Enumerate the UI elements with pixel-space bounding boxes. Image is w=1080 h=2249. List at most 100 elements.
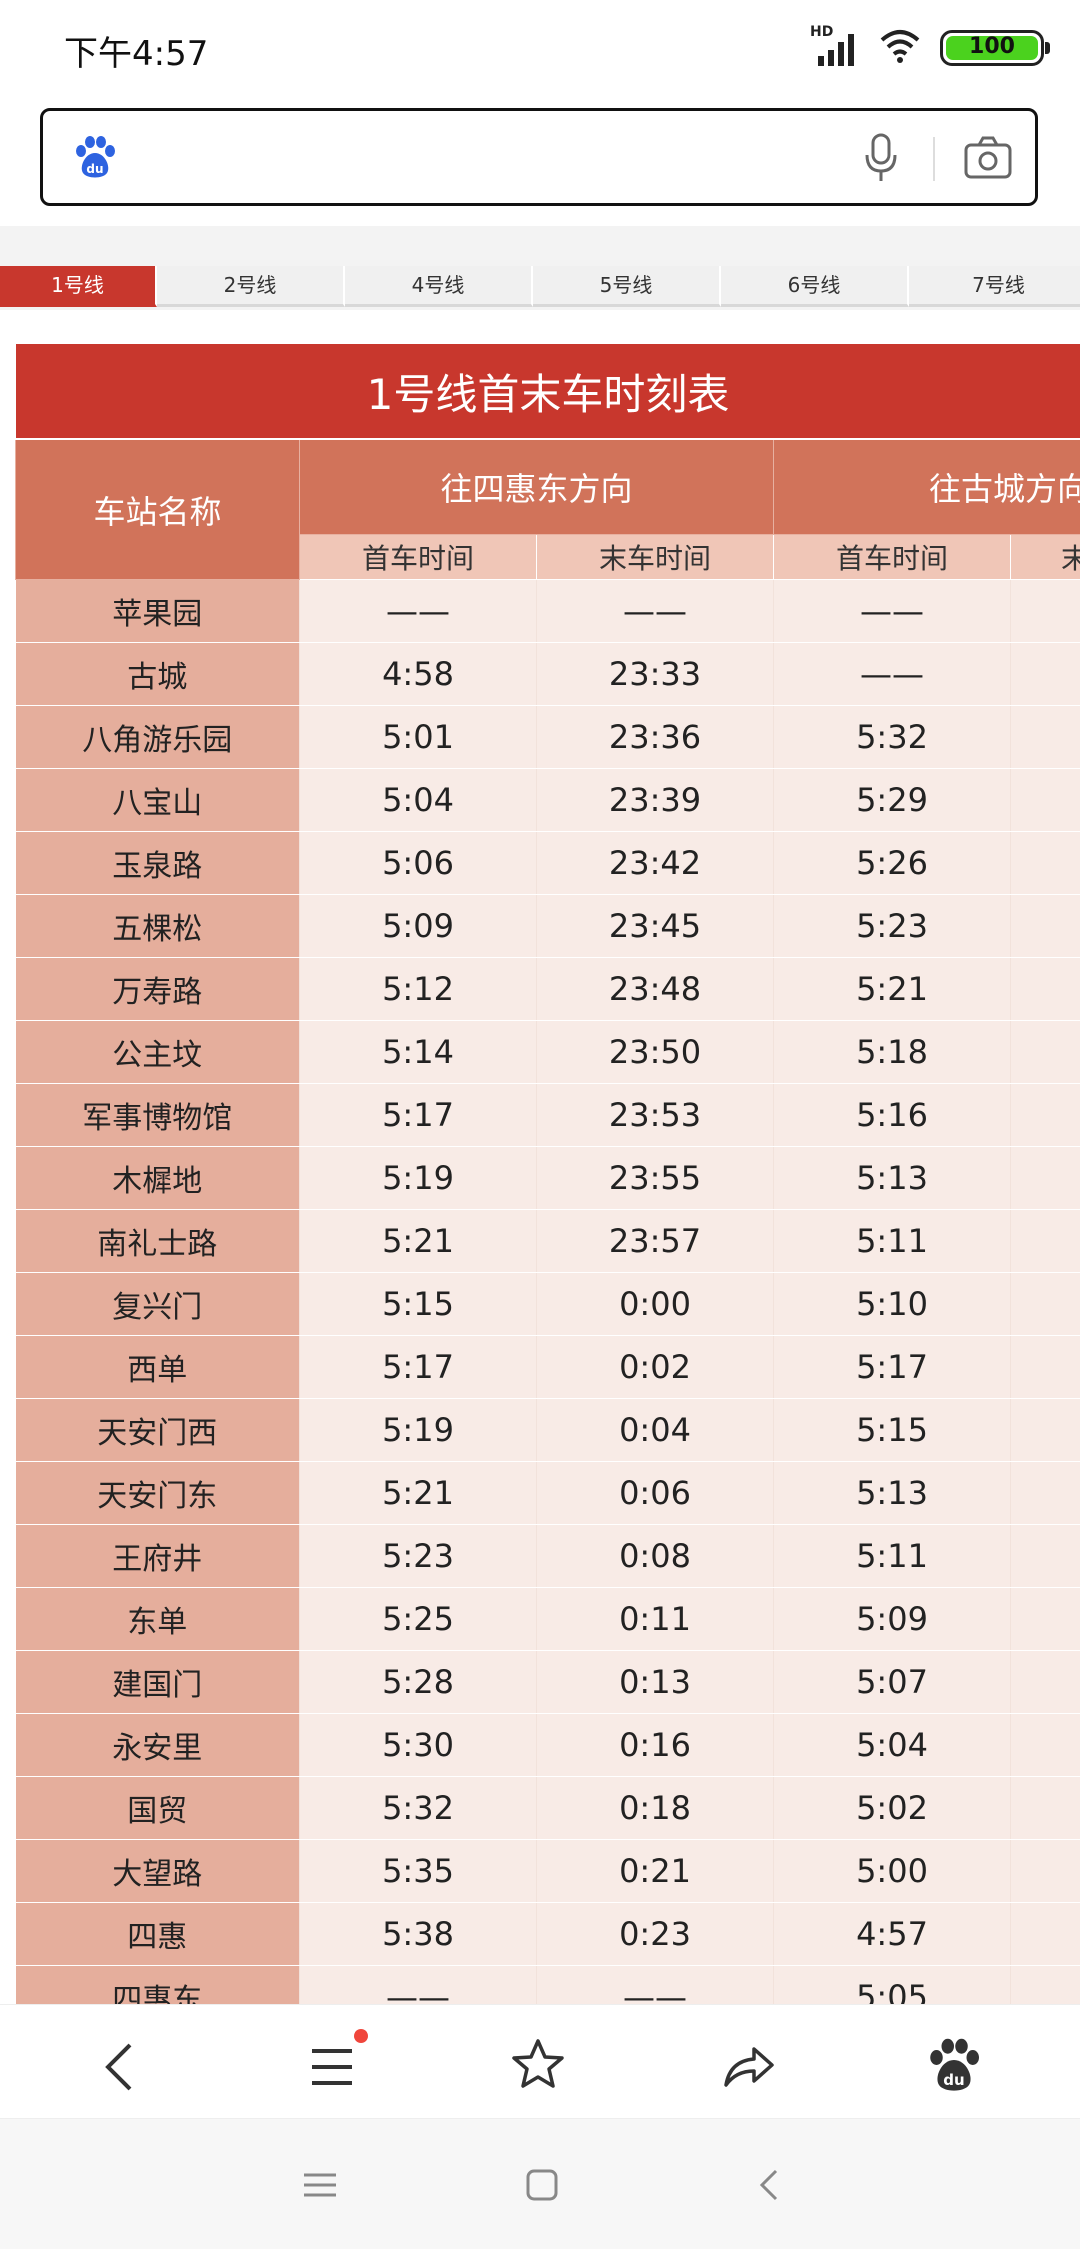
first-train-time: 5:15 [774,1399,1011,1462]
last-train-time [1011,580,1080,643]
station-name: 古城 [16,643,300,706]
tab-line-5[interactable]: 5号线 [533,266,721,307]
station-name: 玉泉路 [16,832,300,895]
timetable[interactable]: 1号线首末车时刻表 车站名称 往四惠东方向 往古城方向 首车时间 末车时间 首车… [15,344,1080,2004]
last-train-time: 0:21 [537,1840,774,1903]
station-name: 东单 [16,1588,300,1651]
station-name: 天安门东 [16,1462,300,1525]
baidu-paw-icon[interactable]: du [924,2035,984,2095]
first-train-time: 5:04 [300,769,537,832]
baidu-paw-icon[interactable]: du [71,133,119,185]
table-row: 国贸5:320:185:02 [16,1777,1080,1840]
notification-dot [354,2029,368,2043]
station-name: 八角游乐园 [16,706,300,769]
last-train-header: 末车时间 [1011,535,1080,580]
battery-level: 100 [943,34,1041,59]
search-input[interactable] [143,125,867,191]
last-train-time: 23:36 [537,706,774,769]
last-train-time [1011,1651,1080,1714]
table-row: 万寿路5:1223:485:21 [16,958,1080,1021]
first-train-time: 5:14 [300,1021,537,1084]
tab-line-1[interactable]: 1号线 [0,266,157,307]
station-name: 南礼士路 [16,1210,300,1273]
status-bar: 下午4:57 HD 100 [0,0,1080,100]
camera-icon[interactable] [963,135,1013,185]
first-train-time: 5:17 [300,1084,537,1147]
first-train-time: 5:15 [300,1273,537,1336]
nav-back-icon[interactable] [748,2163,792,2207]
station-column-header: 车站名称 [16,439,300,580]
table-row: 古城4:5823:33—— [16,643,1080,706]
last-train-time [1011,832,1080,895]
home-icon[interactable] [520,2163,564,2207]
last-train-time: 0:08 [537,1525,774,1588]
first-train-time: 5:13 [774,1462,1011,1525]
last-train-time [1011,1399,1080,1462]
first-train-time: 5:21 [300,1210,537,1273]
menu-icon[interactable] [304,2035,364,2095]
table-row: 南礼士路5:2123:575:11 [16,1210,1080,1273]
first-train-time: 5:26 [774,832,1011,895]
timetable-title: 1号线首末车时刻表 [16,361,1080,422]
station-name: 八宝山 [16,769,300,832]
first-train-time: 5:38 [300,1903,537,1966]
table-row: 复兴门5:150:005:10 [16,1273,1080,1336]
last-train-time [1011,1777,1080,1840]
last-train-time: 0:13 [537,1651,774,1714]
last-train-time: 23:55 [537,1147,774,1210]
last-train-time [1011,1210,1080,1273]
first-train-time: 5:21 [774,958,1011,1021]
last-train-time [1011,1021,1080,1084]
table-row: 永安里5:300:165:04 [16,1714,1080,1777]
station-name: 木樨地 [16,1147,300,1210]
first-train-time: 5:35 [300,1840,537,1903]
first-train-time: 5:23 [300,1525,537,1588]
table-row: 木樨地5:1923:555:13 [16,1147,1080,1210]
table-row: 五棵松5:0923:455:23 [16,895,1080,958]
table-row: 天安门西5:190:045:15 [16,1399,1080,1462]
star-icon[interactable] [508,2035,568,2095]
direction-header-gucheng: 往古城方向 [774,439,1080,535]
table-row: 公主坟5:1423:505:18 [16,1021,1080,1084]
first-train-time: 5:29 [774,769,1011,832]
station-name: 大望路 [16,1840,300,1903]
last-train-time [1011,958,1080,1021]
station-name: 国贸 [16,1777,300,1840]
table-row: 八角游乐园5:0123:365:32 [16,706,1080,769]
first-train-time: —— [300,1966,537,2005]
recents-icon[interactable] [298,2163,342,2207]
first-train-time: 4:58 [300,643,537,706]
table-row: 苹果园—————— [16,580,1080,643]
station-name: 万寿路 [16,958,300,1021]
first-train-time: 5:13 [774,1147,1011,1210]
last-train-time [1011,1462,1080,1525]
tab-line-6[interactable]: 6号线 [721,266,909,307]
first-train-time: 5:09 [774,1588,1011,1651]
last-train-time: —— [537,1966,774,2005]
last-train-time: —— [537,580,774,643]
first-train-time: 5:05 [774,1966,1011,2005]
first-train-time: 5:02 [774,1777,1011,1840]
last-train-time [1011,895,1080,958]
first-train-time: 5:01 [300,706,537,769]
back-icon[interactable] [92,2035,152,2095]
last-train-time: 0:11 [537,1588,774,1651]
share-icon[interactable] [718,2035,778,2095]
tab-line-2[interactable]: 2号线 [157,266,345,307]
search-bar[interactable]: du [40,108,1038,206]
last-train-time: 23:53 [537,1084,774,1147]
last-train-time [1011,1273,1080,1336]
first-train-time: 5:06 [300,832,537,895]
first-train-time: 5:21 [300,1462,537,1525]
tab-line-7[interactable]: 7号线 [909,266,1080,307]
first-train-time: 5:19 [300,1399,537,1462]
last-train-time [1011,1588,1080,1651]
tab-line-4[interactable]: 4号线 [345,266,533,307]
microphone-icon[interactable] [861,133,901,187]
first-train-time: 5:17 [300,1336,537,1399]
browser-toolbar: du [0,2004,1080,2119]
station-name: 王府井 [16,1525,300,1588]
signal-icon: HD [810,28,860,68]
first-train-time: 5:17 [774,1336,1011,1399]
last-train-time [1011,1147,1080,1210]
